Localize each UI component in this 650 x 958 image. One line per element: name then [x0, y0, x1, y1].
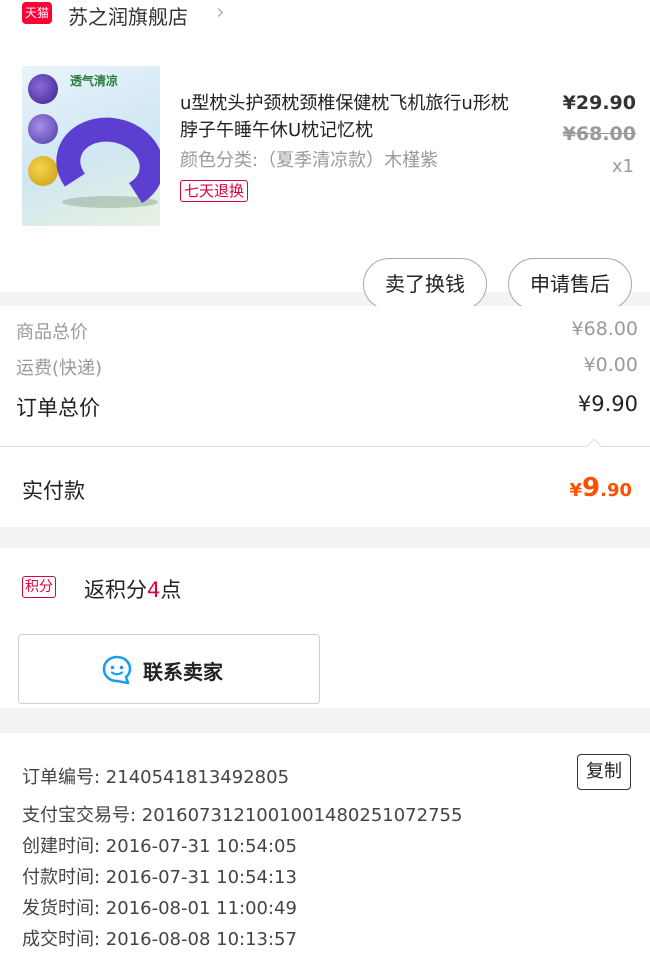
order-number: 订单编号: 2140541813492805: [22, 767, 290, 788]
copy-button[interactable]: 复制: [577, 754, 631, 790]
points-prefix: 返积分: [84, 578, 147, 602]
paid-amount-section: 实付款 ¥9.90: [0, 447, 650, 527]
product-thumbnail[interactable]: 透气清凉: [22, 66, 160, 226]
thumbnail-title: 透气清凉: [70, 74, 119, 88]
points-text: 返积分4点: [84, 574, 181, 604]
product-sku: 颜色分类:（夏季清凉款）木槿紫: [180, 150, 439, 171]
color-swatch-purple: [28, 74, 58, 104]
paid-value: ¥9.90: [569, 473, 632, 503]
shipping-label: 运费(快递): [16, 358, 103, 379]
chat-bubble-icon: [102, 655, 132, 685]
paid-currency: ¥: [569, 480, 583, 501]
shipping-row: 运费(快递) ¥0.00: [16, 354, 638, 384]
alipay-transaction-number: 支付宝交易号: 2016073121001001480251072755: [22, 805, 463, 826]
return-policy-tag: 七天退换: [180, 180, 249, 202]
goods-total-value: ¥68.00: [571, 318, 638, 340]
original-price: ¥68.00: [562, 123, 636, 145]
shipped-time: 发货时间: 2016-08-01 11:00:49: [22, 898, 297, 919]
completed-time: 成交时间: 2016-08-08 10:13:57: [22, 929, 297, 950]
product-price: ¥29.90: [562, 92, 636, 114]
order-info-section: 订单编号: 2140541813492805 复制 支付宝交易号: 201607…: [0, 733, 650, 958]
order-total-value: ¥9.90: [577, 392, 638, 416]
order-total-label: 订单总价: [16, 396, 100, 420]
store-name[interactable]: 苏之润旗舰店: [68, 1, 188, 30]
paid-label: 实付款: [22, 479, 85, 503]
points-section: 积分 返积分4点 联系卖家: [0, 548, 650, 708]
paid-integer: 9: [582, 473, 601, 503]
color-swatch-yellow: [28, 156, 58, 186]
paid-decimal: .90: [600, 480, 632, 501]
paid-time: 付款时间: 2016-07-31 10:54:13: [22, 867, 297, 888]
goods-total-label: 商品总价: [16, 322, 88, 343]
contact-seller-button[interactable]: 联系卖家: [18, 634, 320, 704]
goods-total-row: 商品总价 ¥68.00: [16, 318, 638, 348]
order-total-row: 订单总价 ¥9.90: [16, 392, 638, 422]
color-swatch-lavender: [28, 114, 58, 144]
product-card: 透气清凉 u型枕头护颈枕颈椎保健枕飞机旅行u形枕脖子午睡午休U枕记忆枕 颜色分类…: [0, 30, 650, 310]
shipping-value: ¥0.00: [583, 354, 638, 376]
quantity: x1: [611, 156, 634, 177]
product-title[interactable]: u型枕头护颈枕颈椎保健枕飞机旅行u形枕脖子午睡午休U枕记忆枕: [180, 90, 510, 144]
sell-button[interactable]: 卖了换钱: [363, 258, 487, 310]
price-summary: 商品总价 ¥68.00 运费(快递) ¥0.00 订单总价 ¥9.90: [0, 306, 650, 446]
chevron-right-icon[interactable]: ›: [216, 0, 225, 25]
contact-seller-label: 联系卖家: [143, 660, 223, 684]
after-sales-button[interactable]: 申请售后: [508, 258, 632, 310]
points-suffix: 点: [160, 578, 182, 602]
points-badge: 积分: [22, 576, 56, 598]
tmall-logo-icon: 天猫: [22, 2, 52, 24]
created-time: 创建时间: 2016-07-31 10:54:05: [22, 836, 297, 857]
store-header[interactable]: 天猫 苏之润旗舰店 ›: [0, 0, 650, 30]
points-amount: 4: [147, 578, 161, 602]
